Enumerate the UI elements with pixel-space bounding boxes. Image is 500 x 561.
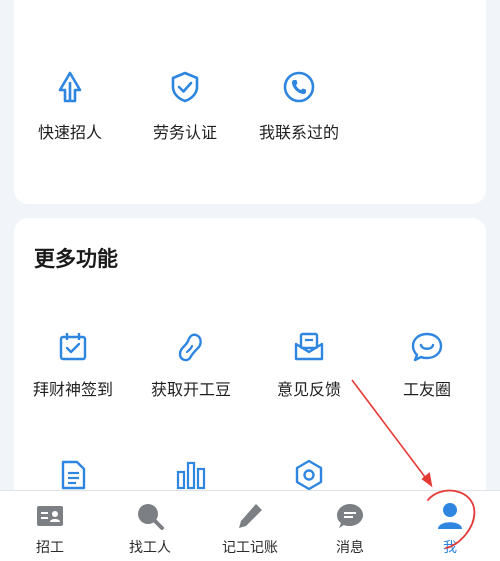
document-item[interactable] — [17, 458, 129, 492]
tab-work-log-label: 记工记账 — [222, 540, 278, 556]
feedback-label: 意见反馈 — [276, 380, 341, 399]
quick-recruit-item[interactable]: 快速招人 — [14, 70, 126, 143]
settings-item[interactable] — [253, 458, 365, 492]
phone-icon — [283, 71, 315, 103]
message-icon — [337, 504, 363, 528]
get-beans-label: 获取开工豆 — [150, 380, 231, 399]
tab-recruit[interactable]: 招工 — [0, 491, 100, 561]
document-icon — [61, 460, 86, 490]
tab-me-label: 我 — [443, 540, 457, 556]
labor-certification-item[interactable]: 劳务认证 — [129, 70, 241, 143]
tab-find-workers[interactable]: 找工人 — [100, 491, 200, 561]
quick-recruit-label: 快速招人 — [37, 123, 102, 142]
checkin-label: 拜财神签到 — [32, 380, 113, 399]
tab-recruit-label: 招工 — [36, 540, 64, 556]
tab-work-log[interactable]: 记工记账 — [200, 491, 300, 561]
workmates-circle-item[interactable]: 工友圈 — [371, 330, 483, 400]
shield-check-icon — [171, 71, 199, 103]
search-icon — [138, 504, 164, 530]
contacted-label: 我联系过的 — [258, 123, 339, 142]
chat-bubble-icon — [411, 332, 443, 362]
labor-certification-label: 劳务认证 — [152, 123, 217, 142]
tab-me[interactable]: 我 — [400, 491, 500, 561]
feedback-item[interactable]: 意见反馈 — [253, 330, 365, 400]
section-title: 更多功能 — [34, 247, 118, 271]
bean-icon — [178, 333, 202, 362]
tab-find-workers-label: 找工人 — [129, 540, 171, 556]
pencil-icon — [239, 504, 262, 528]
bar-chart-icon — [176, 461, 206, 490]
checkin-item[interactable]: 拜财神签到 — [17, 330, 129, 400]
id-card-icon — [37, 506, 63, 526]
settings-hexagon-icon — [295, 459, 323, 491]
get-beans-item[interactable]: 获取开工豆 — [135, 330, 247, 400]
tab-messages-label: 消息 — [336, 540, 364, 556]
bottom-tab-bar: 招工 找工人 记工记账 消息 我 — [0, 490, 500, 561]
workmates-circle-label: 工友圈 — [402, 380, 451, 399]
feedback-mail-icon — [294, 332, 324, 361]
recruit-arrow-icon — [58, 71, 82, 103]
user-icon — [438, 503, 462, 529]
tab-messages[interactable]: 消息 — [300, 491, 400, 561]
contacted-item[interactable]: 我联系过的 — [243, 70, 355, 143]
calendar-check-icon — [59, 333, 87, 361]
statistics-item[interactable] — [135, 458, 247, 492]
